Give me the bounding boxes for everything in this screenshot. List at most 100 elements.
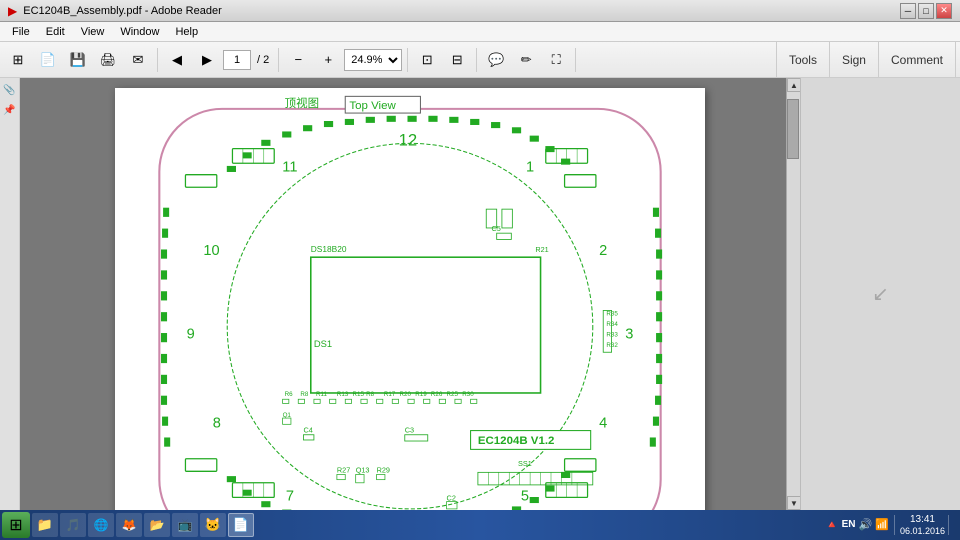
sign-tab[interactable]: Sign bbox=[830, 42, 879, 78]
svg-text:C3: C3 bbox=[405, 426, 414, 435]
svg-text:R11: R11 bbox=[316, 391, 328, 398]
title-english: Top View bbox=[349, 100, 396, 112]
sidebar-icon-2[interactable]: 📌 bbox=[2, 102, 18, 118]
svg-text:R15: R15 bbox=[353, 391, 365, 398]
cursor-indicator: ↙ bbox=[872, 282, 889, 307]
separator-2 bbox=[278, 48, 279, 72]
svg-text:R8: R8 bbox=[366, 391, 375, 398]
menu-view[interactable]: View bbox=[73, 22, 113, 41]
system-tray: 🔺 EN 🔊 📶 13:41 06.01.2016 bbox=[821, 514, 958, 537]
svg-text:R34: R34 bbox=[606, 321, 618, 328]
page-number-input[interactable] bbox=[223, 50, 251, 70]
svg-text:R32: R32 bbox=[606, 342, 618, 349]
scroll-thumb[interactable] bbox=[787, 99, 799, 159]
title-chinese: 顶视图 bbox=[285, 96, 319, 110]
taskbar-app-tv[interactable]: 📺 bbox=[172, 513, 198, 537]
svg-text:C5: C5 bbox=[491, 224, 500, 233]
time-display: 13:41 bbox=[910, 514, 935, 526]
toolbar-btn-print[interactable]: 🖨 bbox=[94, 46, 122, 74]
minimize-button[interactable]: ─ bbox=[900, 3, 916, 19]
scroll-down-button[interactable]: ▼ bbox=[787, 496, 800, 510]
nav-prev-button[interactable]: ◀ bbox=[163, 46, 191, 74]
tray-icon-1[interactable]: 🔺 bbox=[825, 518, 839, 531]
pcb-diagram: 12 1 2 3 4 5 6 7 8 9 10 bbox=[115, 88, 705, 510]
maximize-button[interactable]: □ bbox=[918, 3, 934, 19]
fit-width-button[interactable]: ⊟ bbox=[443, 46, 471, 74]
tray-icon-volume[interactable]: 🔊 bbox=[859, 518, 873, 531]
svg-text:R29: R29 bbox=[377, 465, 390, 474]
title-bar: ▶ EC1204B_Assembly.pdf - Adobe Reader ─ … bbox=[0, 0, 960, 22]
clock: 13:41 06.01.2016 bbox=[900, 514, 945, 537]
menu-window[interactable]: Window bbox=[112, 22, 167, 41]
svg-text:8: 8 bbox=[213, 415, 221, 431]
taskbar: ⊞ 📁 🎵 🌐 🦊 📂 📺 🐱 📄 🔺 EN 🔊 📶 13:41 06.01.2… bbox=[0, 510, 960, 540]
svg-text:9: 9 bbox=[187, 327, 195, 343]
separator-4 bbox=[476, 48, 477, 72]
svg-text:2: 2 bbox=[599, 243, 607, 259]
svg-text:R17: R17 bbox=[384, 391, 396, 398]
sidebar-icon-1[interactable]: 📎 bbox=[2, 82, 18, 98]
tray-icon-show-desktop[interactable] bbox=[948, 515, 954, 535]
svg-text:DS1: DS1 bbox=[314, 338, 332, 349]
svg-text:R27: R27 bbox=[337, 465, 350, 474]
svg-text:R6: R6 bbox=[285, 391, 294, 398]
svg-text:5: 5 bbox=[521, 489, 529, 505]
taskbar-app-files[interactable]: 📂 bbox=[144, 513, 170, 537]
comment-button[interactable]: 💬 bbox=[482, 46, 510, 74]
start-button[interactable]: ⊞ bbox=[2, 512, 30, 538]
right-panel: ↙ bbox=[800, 78, 960, 510]
svg-text:R21: R21 bbox=[535, 245, 548, 254]
svg-text:EC1204B V1.2: EC1204B V1.2 bbox=[478, 435, 555, 447]
toolbar: ⊞ 📄 💾 🖨 ✉ ◀ ▶ / 2 − + 24.9% 50% 100% ⊡ ⊟… bbox=[0, 42, 960, 78]
scroll-up-button[interactable]: ▲ bbox=[787, 78, 800, 92]
taskbar-app-cat[interactable]: 🐱 bbox=[200, 513, 226, 537]
svg-text:R8: R8 bbox=[300, 391, 309, 398]
close-button[interactable]: ✕ bbox=[936, 3, 952, 19]
svg-text:C4: C4 bbox=[303, 426, 312, 435]
toolbar-btn-email[interactable]: ✉ bbox=[124, 46, 152, 74]
fit-page-button[interactable]: ⊡ bbox=[413, 46, 441, 74]
tray-icon-network[interactable]: 📶 bbox=[875, 518, 889, 531]
zoom-select[interactable]: 24.9% 50% 100% bbox=[344, 49, 402, 71]
nav-next-button[interactable]: ▶ bbox=[193, 46, 221, 74]
svg-text:SS1: SS1 bbox=[518, 459, 532, 468]
svg-text:R20: R20 bbox=[400, 391, 412, 398]
separator-3 bbox=[407, 48, 408, 72]
toolbar-btn-2[interactable]: 📄 bbox=[34, 46, 62, 74]
svg-text:7: 7 bbox=[286, 489, 294, 505]
toolbar-btn-1[interactable]: ⊞ bbox=[4, 46, 32, 74]
taskbar-app-adobe[interactable]: 📄 bbox=[228, 513, 254, 537]
svg-text:R33: R33 bbox=[606, 332, 618, 339]
menu-help[interactable]: Help bbox=[167, 22, 206, 41]
language-indicator[interactable]: EN bbox=[842, 519, 856, 530]
menu-bar: File Edit View Window Help bbox=[0, 22, 960, 42]
pdf-scrollbar: ▲ ▼ bbox=[786, 78, 800, 510]
taskbar-app-firefox[interactable]: 🦊 bbox=[116, 513, 142, 537]
svg-text:DS18B20: DS18B20 bbox=[311, 244, 347, 254]
tools-tab[interactable]: Tools bbox=[777, 42, 830, 78]
app-icon: ▶ bbox=[8, 4, 17, 18]
svg-text:11: 11 bbox=[282, 160, 297, 176]
toolbar-btn-3[interactable]: 💾 bbox=[64, 46, 92, 74]
menu-file[interactable]: File bbox=[4, 22, 38, 41]
taskbar-app-media[interactable]: 🎵 bbox=[60, 513, 86, 537]
markup-button[interactable]: ✏ bbox=[512, 46, 540, 74]
svg-text:3: 3 bbox=[625, 327, 633, 343]
zoom-in-button[interactable]: + bbox=[314, 46, 342, 74]
taskbar-app-ie[interactable]: 🌐 bbox=[88, 513, 114, 537]
window-title: EC1204B_Assembly.pdf - Adobe Reader bbox=[23, 5, 222, 17]
comment-tab[interactable]: Comment bbox=[879, 42, 956, 78]
page-total: / 2 bbox=[253, 54, 273, 66]
pdf-page: 12 1 2 3 4 5 6 7 8 9 10 bbox=[115, 88, 705, 510]
pdf-area: 12 1 2 3 4 5 6 7 8 9 10 bbox=[20, 78, 800, 510]
svg-text:1: 1 bbox=[526, 160, 534, 176]
fullscreen-button[interactable]: ⛶ bbox=[542, 46, 570, 74]
svg-text:R13: R13 bbox=[337, 391, 349, 398]
menu-edit[interactable]: Edit bbox=[38, 22, 73, 41]
date-display: 06.01.2016 bbox=[900, 526, 945, 537]
taskbar-app-explorer[interactable]: 📁 bbox=[32, 513, 58, 537]
zoom-out-button[interactable]: − bbox=[284, 46, 312, 74]
separator-5 bbox=[575, 48, 576, 72]
svg-text:R25: R25 bbox=[447, 391, 459, 398]
svg-text:R35: R35 bbox=[606, 311, 618, 318]
